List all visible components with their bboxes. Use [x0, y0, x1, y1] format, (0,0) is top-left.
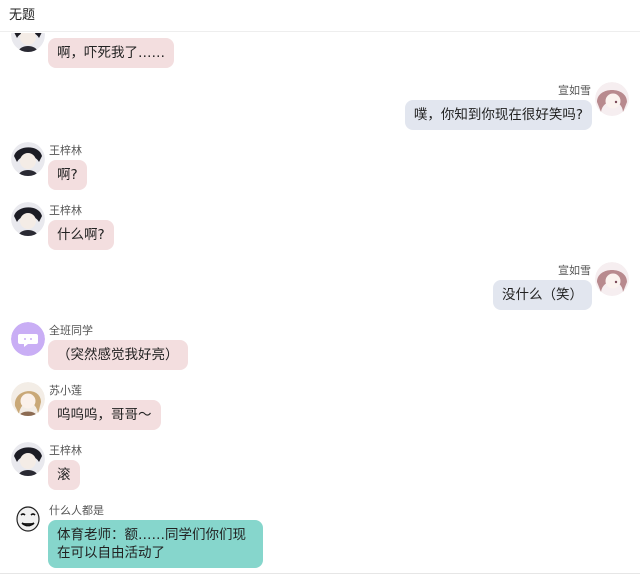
- sender-name: 苏小莲: [49, 384, 82, 397]
- chat-log[interactable]: 啊，吓死我了…… 宣如雪 噗，你知到你现在很好笑吗? 王梓林 啊? 王梓林 什么…: [0, 33, 640, 573]
- message-bubble: 没什么（笑）: [493, 280, 592, 310]
- message-bubble: 呜呜呜，哥哥～: [48, 400, 161, 430]
- sender-name: 王梓林: [49, 144, 82, 157]
- sender-name: 王梓林: [49, 444, 82, 457]
- sender-name: 王梓林: [49, 204, 82, 217]
- message-bubble: 啊，吓死我了……: [48, 38, 174, 68]
- sender-name: 宣如雪: [558, 84, 591, 97]
- meme-face-avatar[interactable]: [11, 502, 45, 536]
- boy-dark-hair-avatar[interactable]: [11, 33, 45, 52]
- girl-blonde-avatar[interactable]: [11, 382, 45, 416]
- girl-pink-hair-avatar[interactable]: [595, 82, 629, 116]
- boy-dark-hair-avatar[interactable]: [11, 142, 45, 176]
- message-bubble: 噗，你知到你现在很好笑吗?: [404, 100, 592, 130]
- sender-name: 什么人都是: [49, 504, 104, 517]
- window-title-bar: 无题: [0, 0, 640, 32]
- message-bubble: 什么啊?: [48, 220, 114, 250]
- purple-chat-bubble-avatar[interactable]: [11, 322, 45, 356]
- boy-dark-hair-avatar[interactable]: [11, 442, 45, 476]
- divider: [0, 573, 640, 574]
- girl-pink-hair-avatar[interactable]: [595, 262, 629, 296]
- boy-dark-hair-avatar[interactable]: [11, 202, 45, 236]
- message-bubble: 啊?: [48, 160, 87, 190]
- window-title: 无题: [9, 8, 36, 23]
- message-bubble: （突然感觉我好亮）: [48, 340, 188, 370]
- sender-name: 全班同学: [49, 324, 93, 337]
- message-bubble: 滚: [48, 460, 80, 490]
- sender-name: 宣如雪: [558, 264, 591, 277]
- message-bubble: 体育老师：额……同学们你们现在可以自由活动了: [48, 520, 263, 568]
